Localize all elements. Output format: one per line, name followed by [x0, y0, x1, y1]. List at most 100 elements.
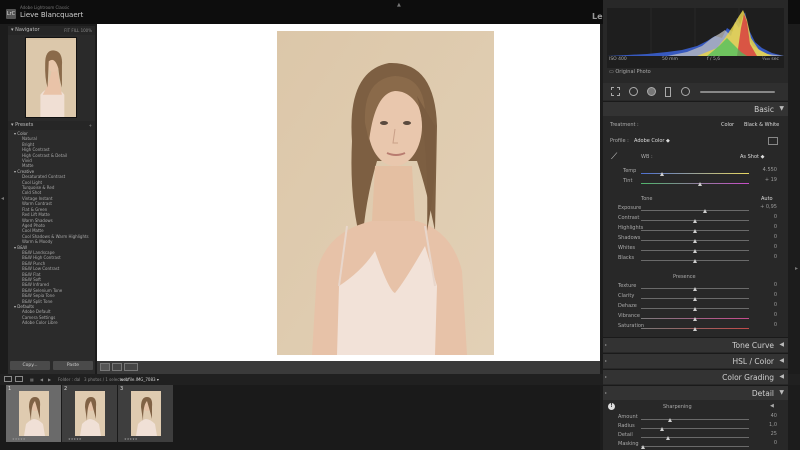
slider-label: Temp: [623, 168, 637, 174]
collapse-right-panel-icon[interactable]: ▸: [795, 265, 798, 272]
star-rating[interactable]: ★★★★★: [68, 437, 81, 441]
slider-track[interactable]: [641, 183, 749, 184]
color-treatment-button[interactable]: Color: [721, 122, 734, 128]
slider-track[interactable]: [641, 173, 749, 174]
app-title: Adobe Lightroom Classic: [20, 5, 70, 10]
detail-header[interactable]: ▸ Detail ▼: [603, 385, 788, 400]
slider-track[interactable]: [641, 210, 749, 211]
crop-tool-icon[interactable]: [611, 87, 620, 96]
slider-value[interactable]: 0: [753, 244, 777, 250]
slider-value[interactable]: 4.550: [753, 167, 777, 173]
slider-thumb[interactable]: [692, 317, 697, 321]
secondary-display-icon[interactable]: [15, 376, 23, 382]
slider-value[interactable]: 0: [753, 214, 777, 220]
expand-icon: ◀: [779, 357, 784, 364]
slider-thumb[interactable]: [667, 418, 672, 422]
before-after-button[interactable]: [112, 363, 122, 371]
slider-value[interactable]: 0: [753, 234, 777, 240]
slider-value[interactable]: 0: [753, 254, 777, 260]
slider-value[interactable]: 0: [753, 322, 777, 328]
copy-paste-bar: Copy... Paste: [8, 361, 95, 371]
graduated-filter-icon[interactable]: [665, 87, 671, 97]
slider-thumb[interactable]: [660, 427, 665, 431]
filename-dropdown[interactable]: webfile.IMG_7083 ▾: [120, 377, 159, 382]
slider-track[interactable]: [641, 428, 749, 429]
slider-thumb[interactable]: [665, 436, 670, 440]
basic-panel-header[interactable]: Basic ▼: [603, 101, 788, 116]
loupe-view-button[interactable]: [100, 363, 110, 371]
slider-thumb[interactable]: [692, 327, 697, 331]
profile-dropdown[interactable]: Adobe Color ◆: [634, 138, 670, 144]
star-rating[interactable]: ★★★★★: [12, 437, 25, 441]
brush-tool-icon[interactable]: [700, 91, 775, 93]
presets-header[interactable]: ▾ Presets +: [8, 121, 95, 130]
detail-collapse-icon[interactable]: ◀: [770, 403, 774, 409]
thumb-image: [131, 391, 161, 436]
zoom-options[interactable]: FIT FILL 100%: [64, 26, 92, 35]
tone-curve-header[interactable]: ▸ Tone Curve ◀: [603, 337, 788, 352]
slider-thumb[interactable]: [703, 209, 708, 213]
slider-thumb[interactable]: [692, 307, 697, 311]
color-grading-header[interactable]: ▸ Color Grading ◀: [603, 369, 788, 384]
slider-thumb[interactable]: [697, 182, 702, 186]
before-after-mode-button[interactable]: [124, 363, 138, 371]
slider-thumb[interactable]: [692, 219, 697, 223]
red-eye-icon[interactable]: [647, 87, 656, 96]
back-arrow-icon[interactable]: ◀: [40, 377, 43, 382]
slider-thumb[interactable]: [660, 172, 665, 176]
slider-thumb[interactable]: [692, 259, 697, 263]
wb-eyedropper-icon[interactable]: ⟋: [611, 152, 623, 162]
auto-tone-button[interactable]: Auto: [761, 196, 773, 202]
slider-label: Masking: [618, 441, 639, 447]
hsl-color-header[interactable]: ▸ HSL / Color ◀: [603, 353, 788, 368]
copy-settings-button[interactable]: Copy...: [10, 361, 50, 370]
slider-value[interactable]: 0: [753, 224, 777, 230]
slider-track[interactable]: [641, 437, 749, 438]
profile-browser-icon[interactable]: [768, 137, 778, 145]
slider-value[interactable]: + 19: [753, 177, 777, 183]
slider-value[interactable]: 0: [753, 302, 777, 308]
grid-icon[interactable]: ▦: [30, 377, 34, 382]
slider-track[interactable]: [641, 446, 749, 447]
slider-thumb[interactable]: [692, 249, 697, 253]
slider-thumb[interactable]: [640, 445, 645, 449]
spot-removal-icon[interactable]: [629, 87, 638, 96]
navigator-header[interactable]: ▾ Navigator FIT FILL 100%: [8, 26, 95, 35]
slider-thumb[interactable]: [692, 287, 697, 291]
star-rating[interactable]: ★★★★★: [124, 437, 137, 441]
slider-value[interactable]: 25: [753, 431, 777, 437]
primary-display-icon[interactable]: [4, 376, 12, 382]
warning-icon[interactable]: !: [608, 403, 615, 410]
slider-thumb[interactable]: [692, 229, 697, 233]
folder-label[interactable]: Folder : dal: [58, 377, 80, 382]
color-grading-title: Color Grading: [722, 373, 774, 382]
slider-value[interactable]: + 0,95: [753, 204, 777, 210]
collapse-left-panel-icon[interactable]: ◂: [1, 195, 4, 202]
slider-value[interactable]: 1,0: [753, 422, 777, 428]
filmstrip-thumb[interactable]: 1 ★★★★★: [6, 385, 61, 442]
zoom-fill[interactable]: FILL: [71, 28, 79, 33]
slider-track[interactable]: [641, 419, 749, 420]
module-picker[interactable]: Le: [592, 12, 603, 21]
zoom-100[interactable]: 100%: [81, 28, 92, 33]
zoom-fit[interactable]: FIT: [64, 28, 70, 33]
radial-filter-icon[interactable]: [681, 87, 690, 96]
preset-item[interactable]: Adobe Color Libre: [8, 320, 95, 325]
slider-value[interactable]: 40: [753, 413, 777, 419]
slider-value[interactable]: 0: [753, 292, 777, 298]
slider-thumb[interactable]: [692, 239, 697, 243]
filmstrip-thumb[interactable]: 2 ★★★★★: [62, 385, 117, 442]
navigator-preview[interactable]: [8, 35, 95, 121]
wb-dropdown[interactable]: As Shot ◆: [740, 154, 764, 160]
paste-settings-button[interactable]: Paste: [53, 361, 93, 370]
filmstrip-thumb[interactable]: 3 ★★★★★: [118, 385, 173, 442]
bw-treatment-button[interactable]: Black & White: [744, 122, 779, 128]
slider-thumb[interactable]: [692, 297, 697, 301]
image-canvas[interactable]: [97, 24, 600, 361]
collapse-top-panel-icon[interactable]: ▲: [397, 2, 401, 8]
add-preset-icon[interactable]: +: [89, 121, 92, 130]
forward-arrow-icon[interactable]: ▶: [48, 377, 51, 382]
slider-value[interactable]: 0: [753, 440, 777, 446]
slider-value[interactable]: 0: [753, 312, 777, 318]
slider-value[interactable]: 0: [753, 282, 777, 288]
